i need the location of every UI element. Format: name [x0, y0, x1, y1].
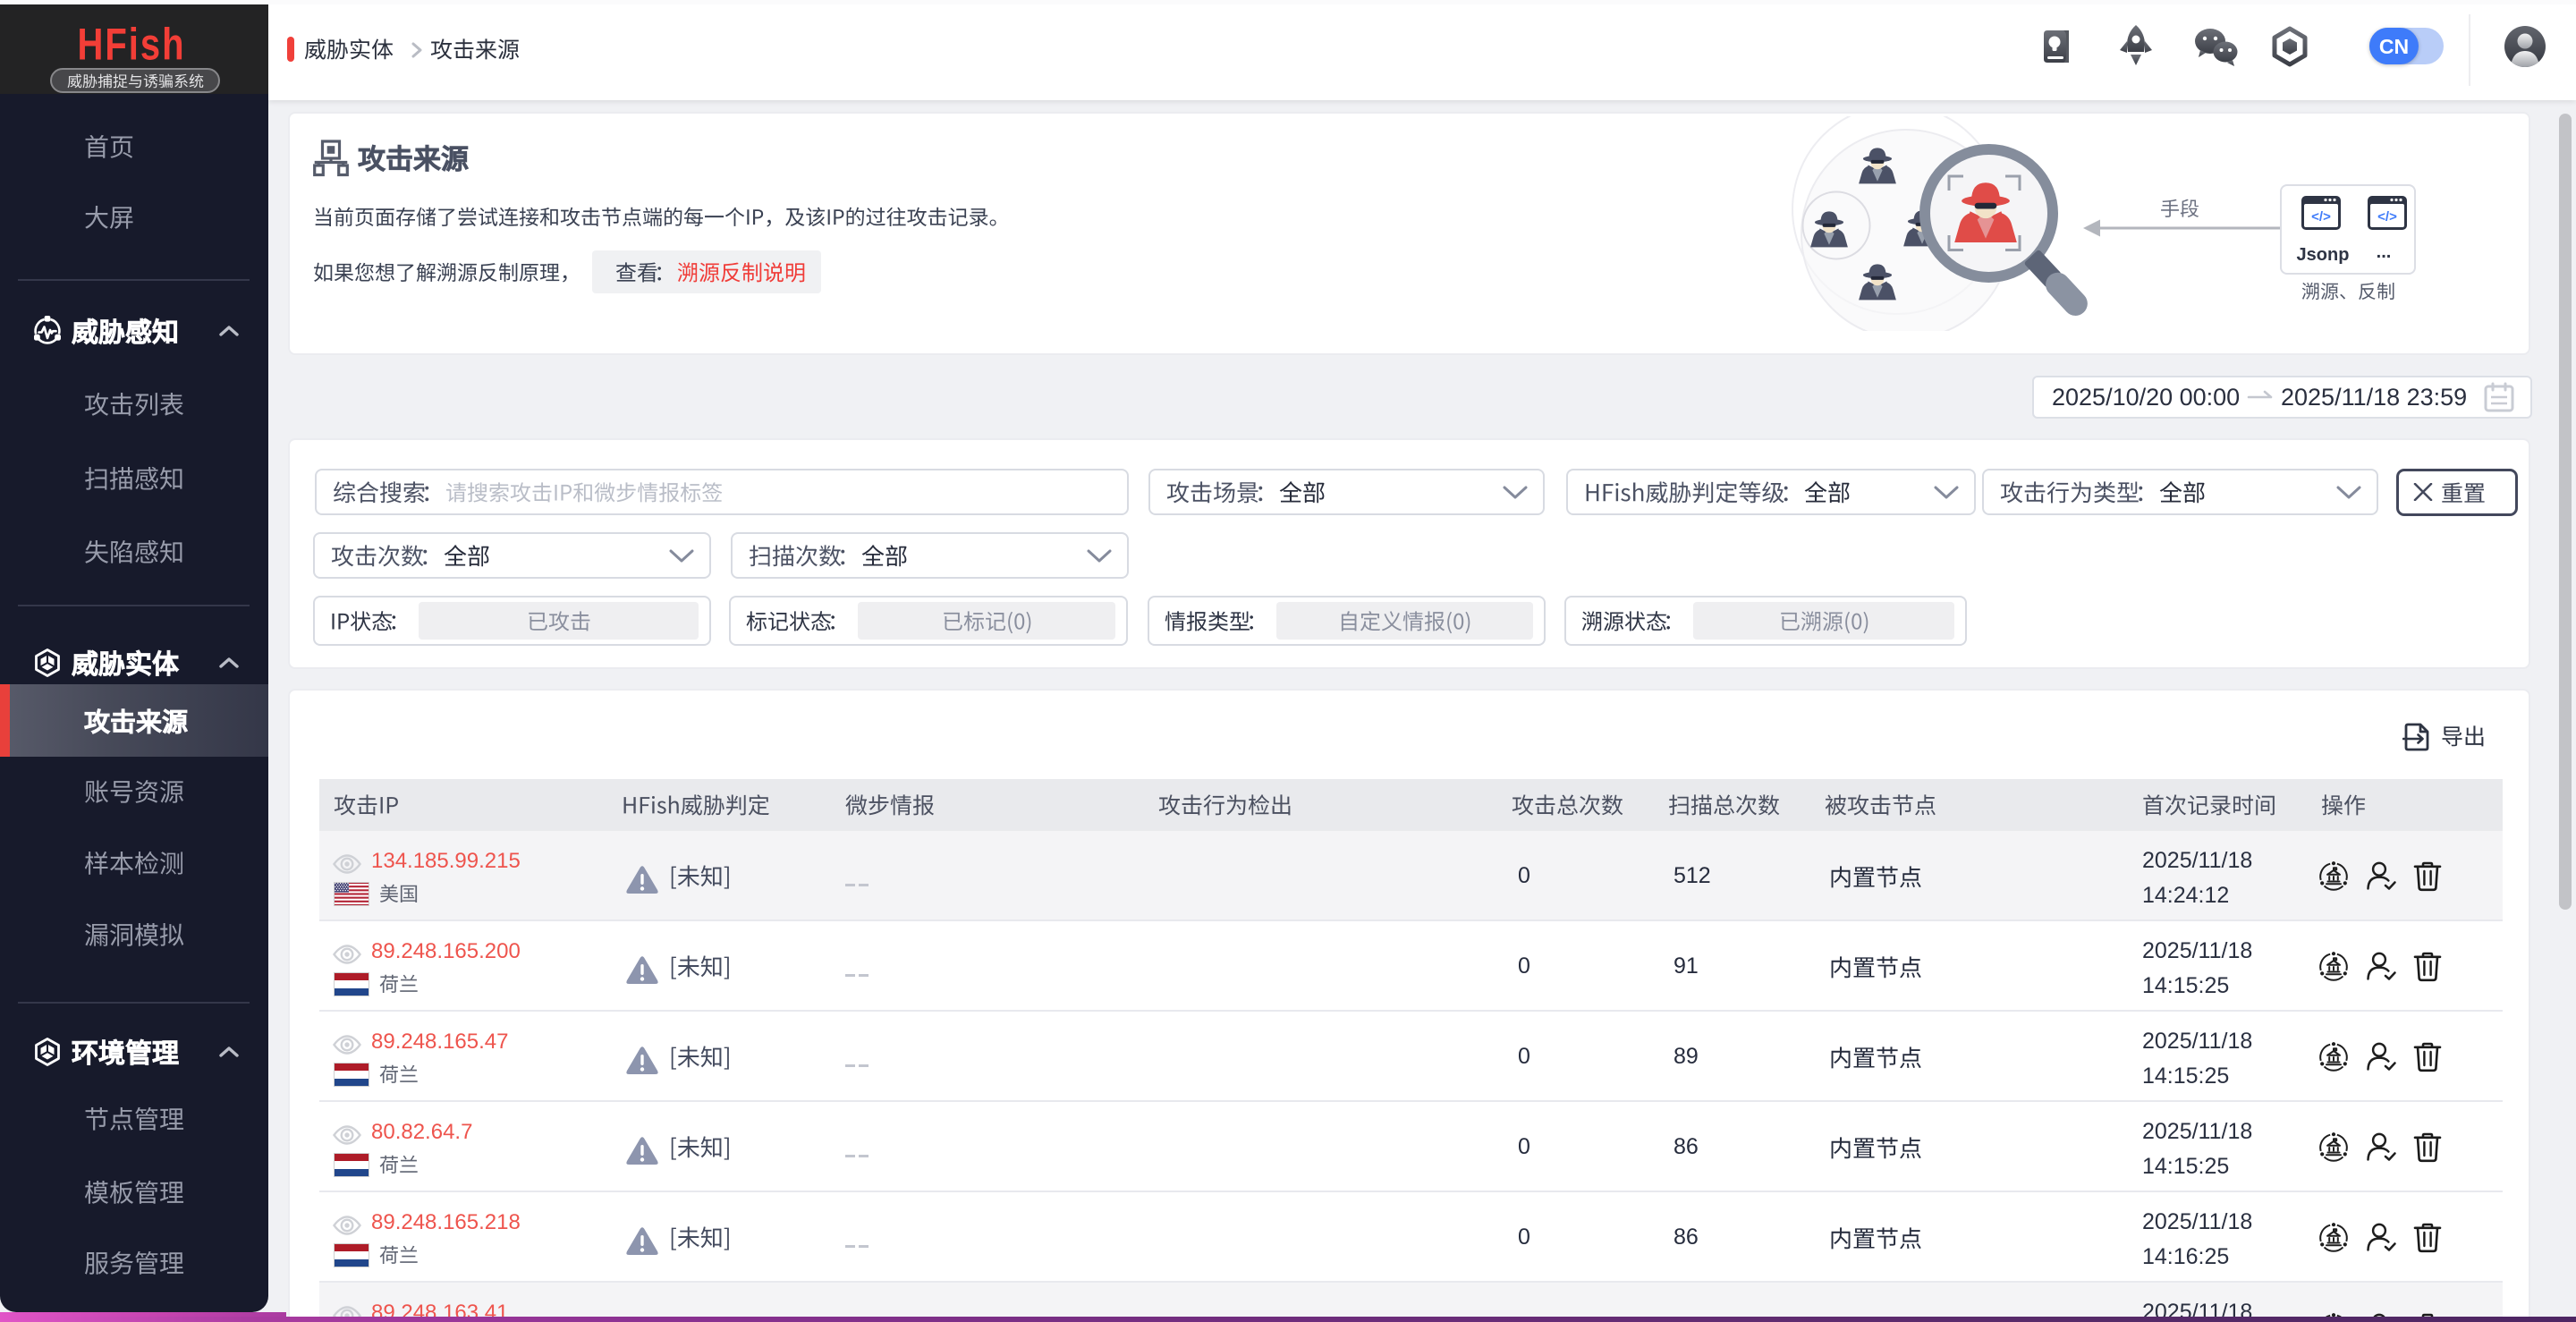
svg-text:</>: </>	[2311, 209, 2331, 225]
svg-text:</>: </>	[2377, 209, 2397, 225]
